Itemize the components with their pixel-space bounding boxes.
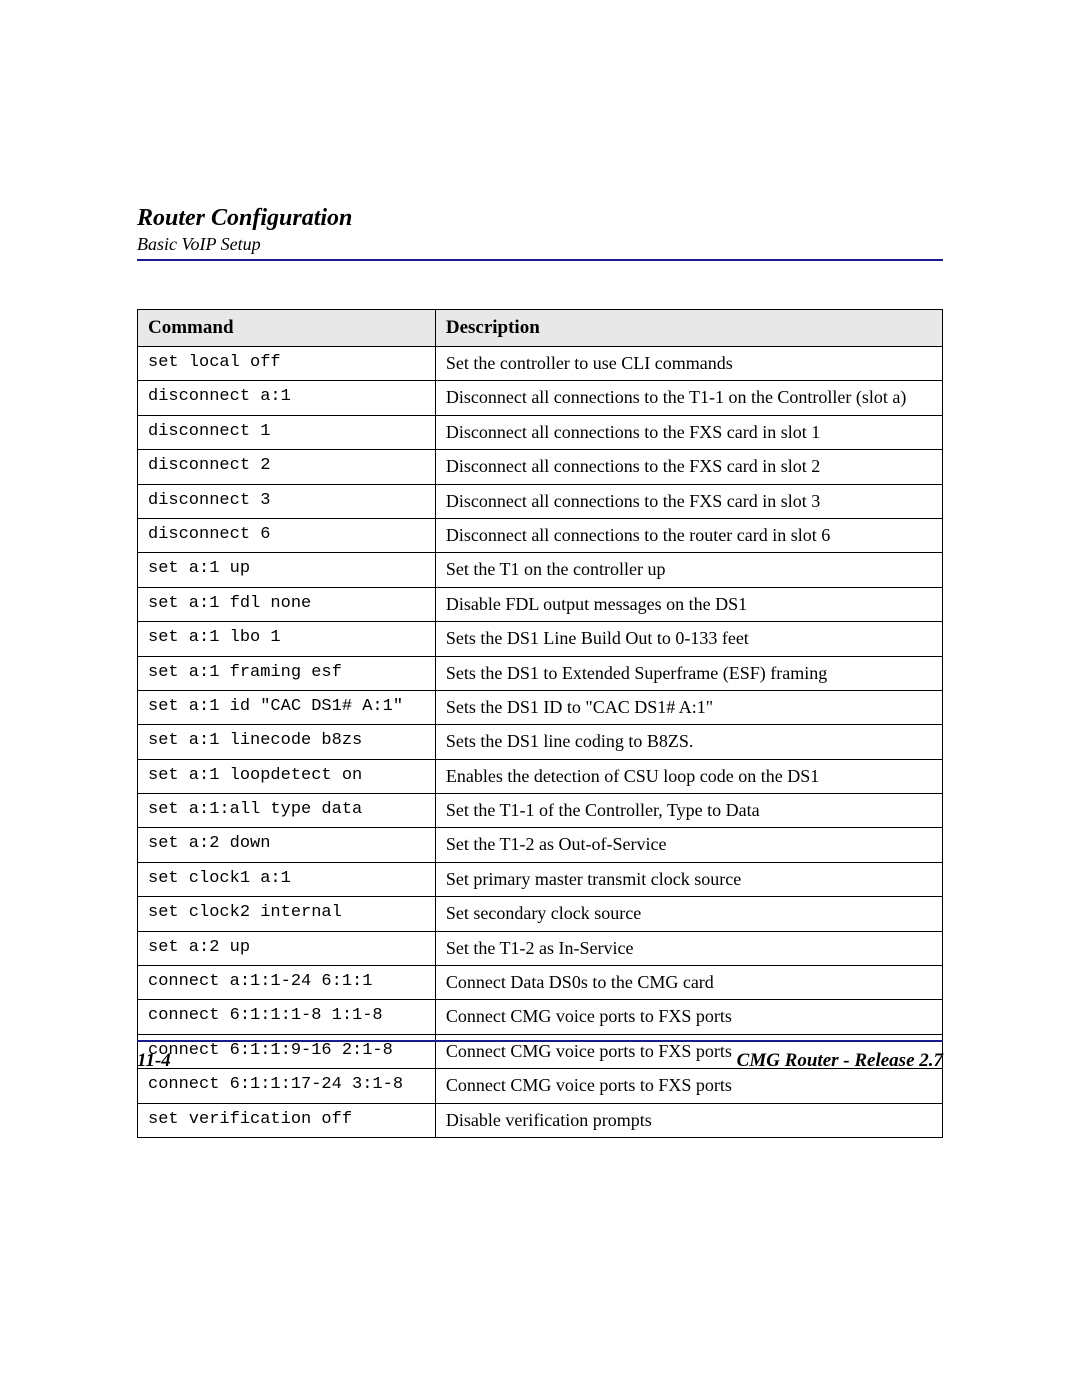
table-row: connect 6:1:1:1-8 1:1-8Connect CMG voice…: [138, 1000, 943, 1034]
footer-row: 11-4 CMG Router - Release 2.7: [137, 1050, 943, 1072]
description-cell: Set the T1-1 of the Controller, Type to …: [435, 794, 942, 828]
command-cell: set a:2 up: [138, 931, 436, 965]
description-cell: Disable verification prompts: [435, 1103, 942, 1137]
table-row: set a:1 id "CAC DS1# A:1"Sets the DS1 ID…: [138, 690, 943, 724]
page-footer: 11-4 CMG Router - Release 2.7: [137, 1040, 943, 1072]
description-cell: Disable FDL output messages on the DS1: [435, 587, 942, 621]
table-row: disconnect 3Disconnect all connections t…: [138, 484, 943, 518]
command-cell: connect 6:1:1:1-8 1:1-8: [138, 1000, 436, 1034]
table-row: set a:1 lbo 1Sets the DS1 Line Build Out…: [138, 622, 943, 656]
description-cell: Connect Data DS0s to the CMG card: [435, 966, 942, 1000]
command-cell: set a:1 linecode b8zs: [138, 725, 436, 759]
header-description: Description: [435, 310, 942, 347]
command-cell: set local off: [138, 347, 436, 381]
description-cell: Connect CMG voice ports to FXS ports: [435, 1069, 942, 1103]
command-cell: set a:1 framing esf: [138, 656, 436, 690]
command-cell: set a:1:all type data: [138, 794, 436, 828]
page-number: 11-4: [137, 1050, 171, 1072]
command-cell: set a:1 lbo 1: [138, 622, 436, 656]
table-row: set a:1 fdl noneDisable FDL output messa…: [138, 587, 943, 621]
table-header-row: Command Description: [138, 310, 943, 347]
header-divider: [137, 259, 943, 261]
description-cell: Enables the detection of CSU loop code o…: [435, 759, 942, 793]
table-row: disconnect a:1Disconnect all connections…: [138, 381, 943, 415]
description-cell: Set the T1-2 as In-Service: [435, 931, 942, 965]
command-cell: disconnect 1: [138, 415, 436, 449]
page-subtitle: Basic VoIP Setup: [137, 234, 943, 255]
product-version: CMG Router - Release 2.7: [737, 1050, 943, 1072]
command-cell: set clock1 a:1: [138, 862, 436, 896]
description-cell: Set the T1 on the controller up: [435, 553, 942, 587]
description-cell: Sets the DS1 Line Build Out to 0-133 fee…: [435, 622, 942, 656]
command-cell: set a:1 up: [138, 553, 436, 587]
table-row: disconnect 6Disconnect all connections t…: [138, 518, 943, 552]
command-cell: disconnect 2: [138, 450, 436, 484]
table-row: set a:1 linecode b8zsSets the DS1 line c…: [138, 725, 943, 759]
command-cell: disconnect 6: [138, 518, 436, 552]
table-row: set a:1 framing esfSets the DS1 to Exten…: [138, 656, 943, 690]
table-row: disconnect 1Disconnect all connections t…: [138, 415, 943, 449]
footer-divider: [137, 1040, 943, 1042]
table-row: set verification offDisable verification…: [138, 1103, 943, 1137]
command-cell: set a:1 id "CAC DS1# A:1": [138, 690, 436, 724]
command-cell: set verification off: [138, 1103, 436, 1137]
command-cell: set a:2 down: [138, 828, 436, 862]
description-cell: Disconnect all connections to the FXS ca…: [435, 484, 942, 518]
description-cell: Sets the DS1 to Extended Superframe (ESF…: [435, 656, 942, 690]
table-row: set local offSet the controller to use C…: [138, 347, 943, 381]
description-cell: Disconnect all connections to the FXS ca…: [435, 450, 942, 484]
command-cell: set a:1 loopdetect on: [138, 759, 436, 793]
header-command: Command: [138, 310, 436, 347]
description-cell: Disconnect all connections to the router…: [435, 518, 942, 552]
command-table: Command Description set local offSet the…: [137, 309, 943, 1138]
table-row: connect a:1:1-24 6:1:1Connect Data DS0s …: [138, 966, 943, 1000]
page-title: Router Configuration: [137, 205, 943, 232]
command-cell: connect 6:1:1:17-24 3:1-8: [138, 1069, 436, 1103]
description-cell: Set the controller to use CLI commands: [435, 347, 942, 381]
description-cell: Sets the DS1 line coding to B8ZS.: [435, 725, 942, 759]
command-cell: set a:1 fdl none: [138, 587, 436, 621]
command-cell: set clock2 internal: [138, 897, 436, 931]
table-row: set a:1 upSet the T1 on the controller u…: [138, 553, 943, 587]
description-cell: Set the T1-2 as Out-of-Service: [435, 828, 942, 862]
table-row: set clock2 internalSet secondary clock s…: [138, 897, 943, 931]
command-cell: connect a:1:1-24 6:1:1: [138, 966, 436, 1000]
description-cell: Sets the DS1 ID to "CAC DS1# A:1": [435, 690, 942, 724]
command-cell: disconnect 3: [138, 484, 436, 518]
description-cell: Connect CMG voice ports to FXS ports: [435, 1000, 942, 1034]
description-cell: Set secondary clock source: [435, 897, 942, 931]
table-row: disconnect 2Disconnect all connections t…: [138, 450, 943, 484]
description-cell: Disconnect all connections to the FXS ca…: [435, 415, 942, 449]
description-cell: Disconnect all connections to the T1-1 o…: [435, 381, 942, 415]
command-cell: disconnect a:1: [138, 381, 436, 415]
table-row: set a:2 downSet the T1-2 as Out-of-Servi…: [138, 828, 943, 862]
table-row: set a:1 loopdetect onEnables the detecti…: [138, 759, 943, 793]
page-content: Router Configuration Basic VoIP Setup Co…: [137, 205, 943, 1138]
table-row: connect 6:1:1:17-24 3:1-8Connect CMG voi…: [138, 1069, 943, 1103]
table-row: set clock1 a:1Set primary master transmi…: [138, 862, 943, 896]
description-cell: Set primary master transmit clock source: [435, 862, 942, 896]
table-row: set a:2 upSet the T1-2 as In-Service: [138, 931, 943, 965]
table-row: set a:1:all type dataSet the T1-1 of the…: [138, 794, 943, 828]
